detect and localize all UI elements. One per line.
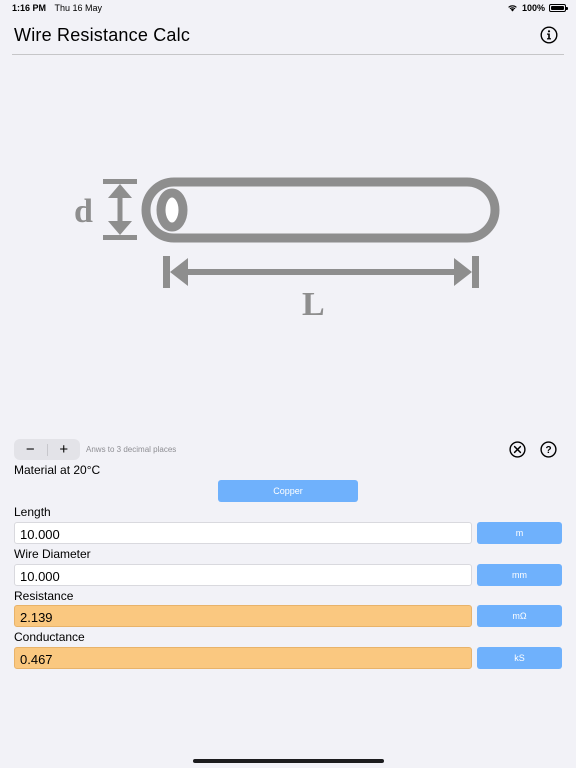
material-select-button[interactable]: Copper — [218, 480, 358, 502]
increment-button[interactable]: + — [47, 439, 80, 460]
status-bar: 1:16 PM Thu 16 May 100% — [0, 0, 576, 16]
length-label: L — [302, 286, 325, 323]
status-time: 1:16 PM — [12, 3, 47, 13]
diameter-field-label: Wire Diameter — [14, 547, 91, 561]
status-left: 1:16 PM Thu 16 May — [12, 3, 108, 13]
home-indicator[interactable] — [193, 759, 384, 763]
length-field-label: Length — [14, 505, 51, 519]
wire-diagram: d L — [74, 177, 500, 323]
decrement-button[interactable]: − — [14, 439, 47, 460]
help-circle-icon[interactable]: ? — [540, 441, 557, 458]
material-label: Material at 20°C — [14, 463, 101, 477]
conductance-field-label: Conductance — [14, 630, 85, 644]
page-title: Wire Resistance Calc — [14, 25, 191, 45]
resistance-unit-button[interactable]: mΩ — [477, 605, 562, 627]
conductance-unit-button[interactable]: kS — [477, 647, 562, 669]
resistance-output[interactable]: 2.139 — [14, 605, 472, 627]
nav-divider — [12, 54, 564, 55]
diameter-input[interactable]: 10.000 — [14, 564, 472, 586]
resistance-field-label: Resistance — [14, 589, 74, 603]
diameter-label: d — [74, 193, 93, 230]
battery-percent: 100% — [521, 3, 545, 13]
svg-text:?: ? — [545, 445, 551, 456]
info-icon[interactable] — [540, 26, 558, 44]
length-input[interactable]: 10.000 — [14, 522, 472, 544]
clear-circle-icon[interactable] — [509, 441, 526, 458]
wifi-icon — [508, 5, 517, 12]
status-date: Thu 16 May — [54, 3, 103, 13]
diameter-unit-button[interactable]: mm — [477, 564, 562, 586]
status-right: 100% — [507, 3, 568, 13]
battery-icon — [549, 4, 568, 12]
decimal-note: Anws to 3 decimal places — [86, 445, 177, 454]
conductance-output[interactable]: 0.467 — [14, 647, 472, 669]
nav-bar: Wire Resistance Calc — [0, 18, 576, 56]
decimal-stepper: − + — [14, 439, 80, 460]
length-unit-button[interactable]: m — [477, 522, 562, 544]
